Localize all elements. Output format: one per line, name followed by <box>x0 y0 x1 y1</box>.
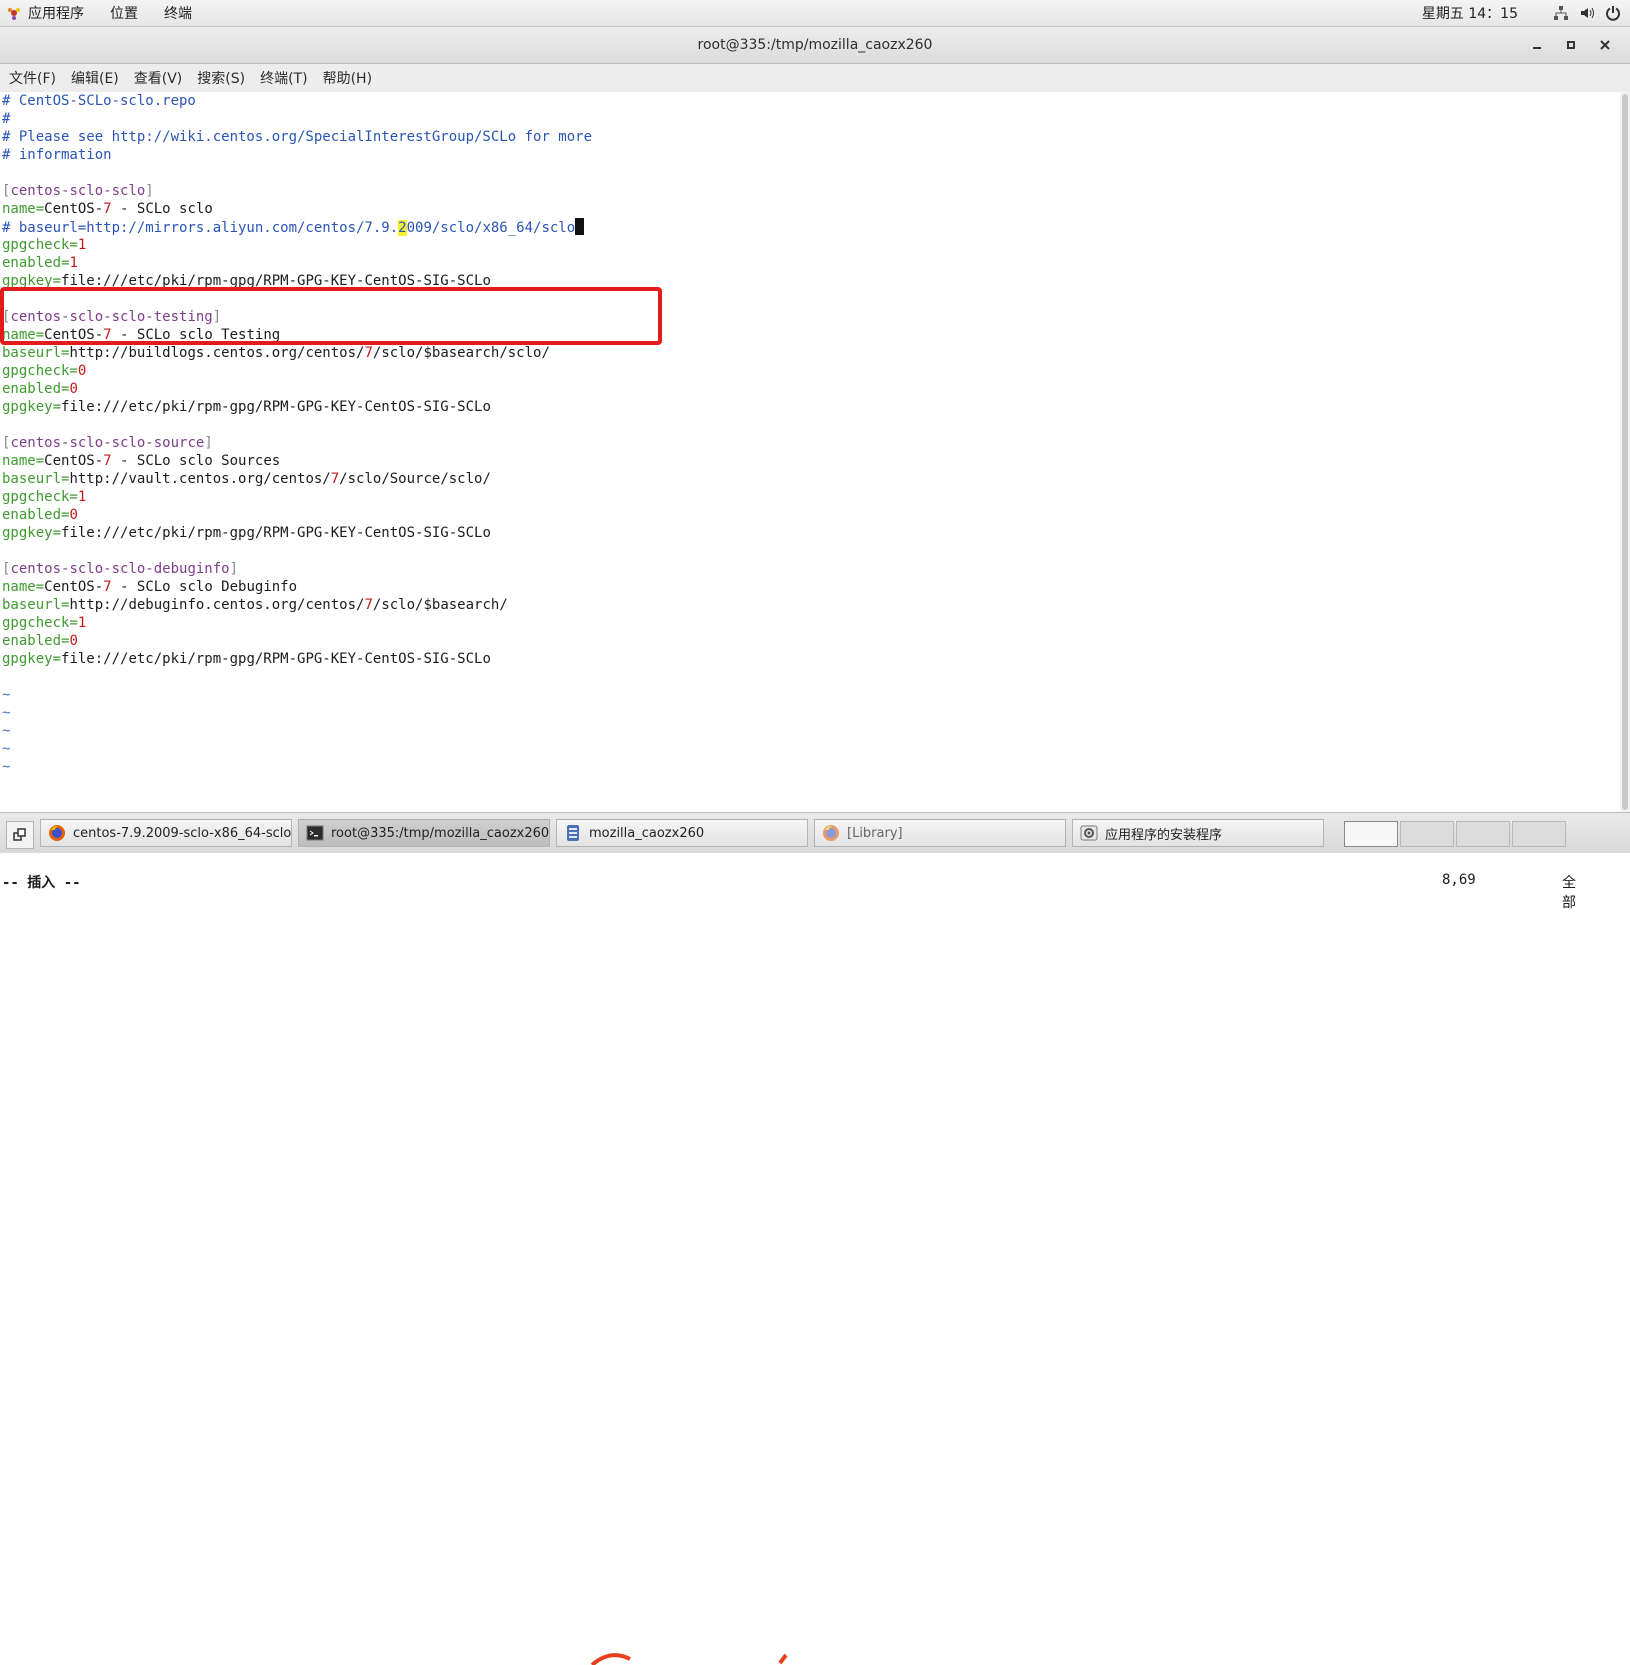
buffer-line: [centos-sclo-sclo] <box>2 183 154 199</box>
buffer-line: baseurl=http://vault.centos.org/centos/7… <box>2 471 491 487</box>
firefox-icon <box>821 823 841 843</box>
buffer-line: name=CentOS-7 - SCLo sclo Debuginfo <box>2 579 298 595</box>
buffer-line: enabled=0 <box>2 507 78 523</box>
buffer-line: ~ <box>2 741 11 757</box>
buffer-line: gpgkey=file:///etc/pki/rpm-gpg/RPM-GPG-K… <box>2 525 491 541</box>
cursor-position: 8,69 <box>1442 872 1476 888</box>
buffer-line: # Please see http://wiki.centos.org/Spec… <box>2 129 593 145</box>
firefox-icon <box>47 823 67 843</box>
text-cursor <box>575 218 585 235</box>
task-firefox-library[interactable]: [Library] <box>814 819 1066 847</box>
buffer-line: gpgcheck=1 <box>2 615 87 631</box>
buffer-line: baseurl=http://debuginfo.centos.org/cent… <box>2 597 508 613</box>
menu-edit[interactable]: 编辑(E) <box>71 68 119 88</box>
buffer-line <box>2 668 592 686</box>
buffer-line: # baseurl=http://mirrors.aliyun.com/cent… <box>2 218 592 236</box>
task-installer[interactable]: 应用程序的安装程序 <box>1072 819 1324 847</box>
buffer-line <box>2 164 592 182</box>
scrollbar-thumb[interactable] <box>1622 94 1628 810</box>
network-icon[interactable] <box>1552 4 1570 22</box>
workspace-4[interactable] <box>1512 821 1566 847</box>
vim-mode: -- 插入 -- <box>2 875 81 891</box>
window-title: root@335:/tmp/mozilla_caozx260 <box>697 37 933 53</box>
top-panel-right: 星期五 14：15 <box>1422 0 1622 26</box>
menu-view[interactable]: 查看(V) <box>134 68 183 88</box>
buffer-line: enabled=0 <box>2 633 78 649</box>
menu-help[interactable]: 帮助(H) <box>323 68 372 88</box>
buffer-line: name=CentOS-7 - SCLo sclo <box>2 201 213 217</box>
maximize-button[interactable] <box>1560 34 1582 56</box>
buffer-line: enabled=0 <box>2 381 78 397</box>
minimize-button[interactable] <box>1526 34 1548 56</box>
task-terminal[interactable]: root@335:/tmp/mozilla_caozx260 <box>298 819 550 847</box>
power-icon[interactable] <box>1604 4 1622 22</box>
buffer-line: [centos-sclo-sclo-source] <box>2 435 213 451</box>
task-label: mozilla_caozx260 <box>589 825 705 841</box>
terminal-content[interactable]: # CentOS-SCLo-sclo.repo # # Please see htt… <box>0 92 1620 911</box>
workspace-2[interactable] <box>1400 821 1454 847</box>
volume-icon[interactable] <box>1578 4 1596 22</box>
menu-file[interactable]: 文件(F) <box>9 68 56 88</box>
top-panel-left: 应用程序 位置 终端 <box>6 0 218 26</box>
buffer-line: baseurl=http://buildlogs.centos.org/cent… <box>2 345 550 361</box>
clock[interactable]: 星期五 14：15 <box>1422 3 1518 23</box>
taskbar: centos-7.9.2009-sclo-x86_64-sclo... root… <box>0 812 1630 1665</box>
menu-terminal[interactable]: 终端(T) <box>260 68 307 88</box>
task-label: 应用程序的安装程序 <box>1105 827 1223 843</box>
vim-buffer[interactable]: # CentOS-SCLo-sclo.repo # # Please see htt… <box>2 92 592 776</box>
buffer-line: ~ <box>2 759 11 775</box>
buffer-line: enabled=1 <box>2 255 78 271</box>
red-annotation-scribble <box>590 1653 788 1665</box>
applications-icon[interactable] <box>6 5 22 21</box>
installer-icon <box>1079 823 1099 843</box>
buffer-line: # <box>2 111 11 127</box>
buffer-line: gpgcheck=1 <box>2 489 87 505</box>
buffer-line: gpgkey=file:///etc/pki/rpm-gpg/RPM-GPG-K… <box>2 399 491 415</box>
terminal-app-menu[interactable]: 终端 <box>164 3 192 23</box>
buffer-line: ~ <box>2 687 11 703</box>
terminal-icon <box>305 823 325 843</box>
task-label: root@335:/tmp/mozilla_caozx260 <box>331 825 550 841</box>
task-firefox-centos[interactable]: centos-7.9.2009-sclo-x86_64-sclo... <box>40 819 292 847</box>
scroll-indicator: 全部 <box>1562 875 1576 911</box>
buffer-line: ~ <box>2 705 11 721</box>
task-file-manager[interactable]: mozilla_caozx260 <box>556 819 808 847</box>
top-panel: 应用程序 位置 终端 星期五 14：15 <box>0 0 1630 27</box>
buffer-line <box>2 416 592 434</box>
terminal-scrollbar[interactable] <box>1620 92 1630 812</box>
buffer-line: # CentOS-SCLo-sclo.repo <box>2 93 196 109</box>
buffer-line: gpgcheck=1 <box>2 237 87 253</box>
show-desktop-button[interactable] <box>6 821 34 849</box>
buffer-line: name=CentOS-7 - SCLo sclo Sources <box>2 453 281 469</box>
buffer-line: # information <box>2 147 112 163</box>
annotation-highlight-box <box>0 287 662 345</box>
buffer-line: gpgcheck=0 <box>2 363 87 379</box>
task-label: centos-7.9.2009-sclo-x86_64-sclo... <box>73 825 292 841</box>
workspace-1[interactable] <box>1344 821 1398 847</box>
window-titlebar[interactable]: root@335:/tmp/mozilla_caozx260 <box>0 27 1630 64</box>
buffer-line: [centos-sclo-sclo-debuginfo] <box>2 561 239 577</box>
places-menu[interactable]: 位置 <box>110 3 138 23</box>
close-button[interactable] <box>1594 34 1616 56</box>
vim-status-line: -- 插入 -- 8,69 全部 <box>2 872 1576 911</box>
buffer-line: ~ <box>2 723 11 739</box>
task-label: [Library] <box>847 825 903 841</box>
buffer-line <box>2 542 592 560</box>
file-manager-icon <box>563 823 583 843</box>
workspace-3[interactable] <box>1456 821 1510 847</box>
menubar: 文件(F) 编辑(E) 查看(V) 搜索(S) 终端(T) 帮助(H) <box>0 64 1630 93</box>
buffer-line: gpgkey=file:///etc/pki/rpm-gpg/RPM-GPG-K… <box>2 651 491 667</box>
menu-search[interactable]: 搜索(S) <box>197 68 245 88</box>
applications-menu[interactable]: 应用程序 <box>28 3 84 23</box>
